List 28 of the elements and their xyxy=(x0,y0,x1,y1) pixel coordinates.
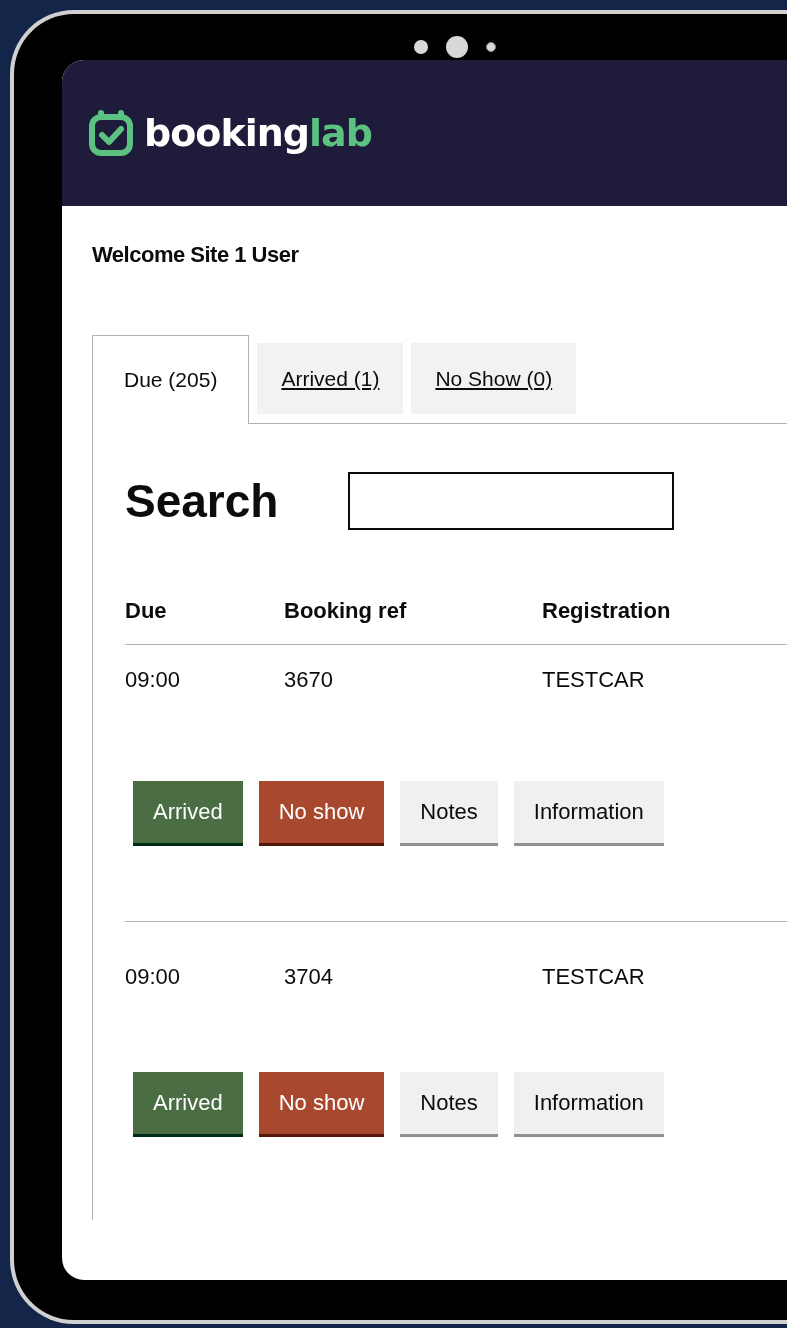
search-heading: Search xyxy=(125,474,279,528)
sensor-icon xyxy=(414,40,428,54)
arrived-button[interactable]: Arrived xyxy=(133,781,243,843)
table-cell-text: 09:00 xyxy=(125,964,182,990)
column-header: Booking ref xyxy=(284,598,408,624)
no-show-button[interactable]: No show xyxy=(258,1072,385,1134)
arrived-button[interactable]: Arrived xyxy=(133,1072,243,1134)
table-cell-text: TESTCAR xyxy=(542,667,646,693)
sensor-icon xyxy=(486,42,496,52)
tab[interactable]: No Show (0) xyxy=(411,343,577,414)
table-cell-text: 3670 xyxy=(284,667,334,693)
information-button[interactable]: Information xyxy=(513,1072,664,1134)
logo-text: bookinglab xyxy=(144,111,372,155)
notes-button[interactable]: Notes xyxy=(400,781,498,843)
tab[interactable]: Arrived (1) xyxy=(257,343,404,414)
search-field[interactable] xyxy=(348,472,675,530)
welcome-text: Welcome Site 1 User xyxy=(92,242,300,268)
table-cell-text: 09:00 xyxy=(125,667,182,693)
no-show-button[interactable]: No show xyxy=(258,781,385,843)
camera-icon xyxy=(446,36,468,58)
table-cell-text: 3704 xyxy=(284,964,334,990)
calendar-check-icon xyxy=(88,109,136,157)
table-cell-text: TESTCAR xyxy=(542,964,646,990)
column-header: Due xyxy=(125,598,168,624)
notes-button[interactable]: Notes xyxy=(400,1072,498,1134)
column-header: Registration xyxy=(542,598,672,624)
tab[interactable]: Due (205) xyxy=(92,335,250,424)
information-button[interactable]: Information xyxy=(513,781,664,843)
